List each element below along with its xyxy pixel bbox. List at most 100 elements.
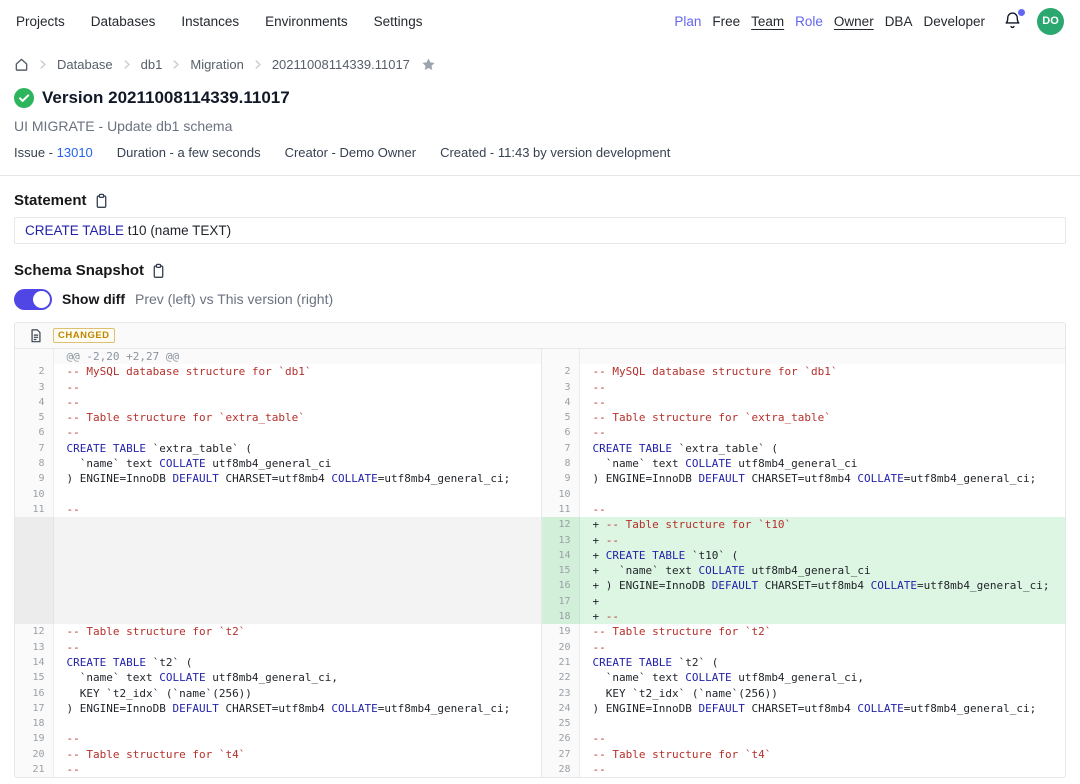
line-number: 27	[541, 747, 579, 762]
switcher-developer[interactable]: Developer	[923, 14, 985, 29]
switcher-owner[interactable]: Owner	[834, 14, 874, 29]
code-line: + --	[579, 609, 1065, 624]
code-line: -- Table structure for `extra_table`	[53, 410, 541, 425]
code-line: +	[579, 594, 1065, 609]
diff-row: 16 KEY `t2_idx` (`name`(256))23 KEY `t2_…	[15, 686, 1065, 701]
line-number: 13	[15, 640, 53, 655]
diff-header: CHANGED	[15, 323, 1065, 349]
meta-item: Duration - a few seconds	[117, 145, 261, 160]
breadcrumb-item-database[interactable]: Database	[57, 57, 113, 72]
chevron-right-icon	[122, 59, 132, 70]
line-number: 10	[15, 487, 53, 502]
breadcrumb-item-db1[interactable]: db1	[141, 57, 163, 72]
meta-item: Creator - Demo Owner	[285, 145, 416, 160]
switcher-team[interactable]: Team	[751, 14, 784, 29]
copy-statement-icon[interactable]	[94, 193, 109, 209]
issue-link[interactable]: 13010	[57, 145, 93, 160]
code-line: + -- Table structure for `t10`	[579, 517, 1065, 532]
code-line: --	[53, 640, 541, 655]
hunk-header: @@ -2,20 +2,27 @@	[53, 349, 541, 364]
code-line	[53, 578, 541, 593]
code-line: --	[53, 762, 541, 777]
line-number: 10	[541, 487, 579, 502]
page-title: Version 20211008114339.11017	[42, 88, 290, 108]
code-line	[53, 548, 541, 563]
diff-row: 20-- Table structure for `t4`27-- Table …	[15, 747, 1065, 762]
diff-row-added: 15+ `name` text COLLATE utf8mb4_general_…	[15, 563, 1065, 578]
code-line	[579, 487, 1065, 502]
show-diff-toggle[interactable]	[14, 289, 52, 310]
line-number: 23	[541, 686, 579, 701]
breadcrumb-item-migration[interactable]: Migration	[190, 57, 243, 72]
code-line: -- Table structure for `t4`	[53, 747, 541, 762]
line-number: 16	[15, 686, 53, 701]
toggle-hint: Prev (left) vs This version (right)	[135, 291, 333, 307]
line-number	[15, 533, 53, 548]
notification-bell[interactable]	[1003, 11, 1023, 31]
notification-dot	[1018, 9, 1025, 16]
code-line: -- Table structure for `extra_table`	[579, 410, 1065, 425]
line-number: 17	[15, 701, 53, 716]
code-line: --	[579, 762, 1065, 777]
line-number: 6	[15, 425, 53, 440]
code-line: -- Table structure for `t4`	[579, 747, 1065, 762]
star-icon[interactable]	[421, 57, 436, 72]
code-line: --	[579, 380, 1065, 395]
code-line: ) ENGINE=InnoDB DEFAULT CHARSET=utf8mb4 …	[53, 471, 541, 486]
line-number: 5	[541, 410, 579, 425]
code-line: CREATE TABLE `extra_table` (	[579, 441, 1065, 456]
switcher-dba[interactable]: DBA	[885, 14, 913, 29]
nav-item-settings[interactable]: Settings	[374, 14, 423, 29]
line-number: 3	[15, 380, 53, 395]
line-number: 16	[541, 578, 579, 593]
copy-snapshot-icon[interactable]	[151, 263, 166, 279]
code-line: KEY `t2_idx` (`name`(256))	[579, 686, 1065, 701]
line-number: 7	[15, 441, 53, 456]
code-line: -- MySQL database structure for `db1`	[53, 364, 541, 379]
line-number: 24	[541, 701, 579, 716]
toggle-label: Show diff	[62, 291, 125, 307]
success-check-icon	[14, 88, 34, 108]
line-number: 19	[541, 624, 579, 639]
nav-item-environments[interactable]: Environments	[265, 14, 348, 29]
line-number: 26	[541, 731, 579, 746]
home-icon[interactable]	[14, 57, 29, 72]
breadcrumb-item-20211008114339.11017[interactable]: 20211008114339.11017	[272, 57, 410, 72]
nav-item-projects[interactable]: Projects	[16, 14, 65, 29]
code-line: ) ENGINE=InnoDB DEFAULT CHARSET=utf8mb4 …	[579, 701, 1065, 716]
line-number: 20	[15, 747, 53, 762]
line-number: 2	[541, 364, 579, 379]
line-number: 19	[15, 731, 53, 746]
line-number: 11	[15, 502, 53, 517]
line-number	[15, 578, 53, 593]
line-number	[15, 517, 53, 532]
code-line	[579, 716, 1065, 731]
diff-row: 11--11--	[15, 502, 1065, 517]
code-line: --	[53, 502, 541, 517]
code-line	[579, 349, 1065, 364]
line-number: 18	[541, 609, 579, 624]
code-line	[53, 533, 541, 548]
code-line: --	[579, 395, 1065, 410]
diff-table: @@ -2,20 +2,27 @@2-- MySQL database stru…	[15, 349, 1065, 777]
code-line: `name` text COLLATE utf8mb4_general_ci,	[53, 670, 541, 685]
code-line: --	[53, 395, 541, 410]
nav-item-instances[interactable]: Instances	[181, 14, 239, 29]
statement-heading: Statement	[14, 192, 87, 209]
breadcrumb: Database db1 Migration 20211008114339.11017	[14, 52, 1066, 76]
schema-snapshot-section: Schema Snapshot Show diff Prev (left) vs…	[14, 262, 1066, 778]
nav-item-databases[interactable]: Databases	[91, 14, 156, 29]
switcher-free[interactable]: Free	[712, 14, 740, 29]
code-line: `name` text COLLATE utf8mb4_general_ci	[579, 456, 1065, 471]
line-number: 21	[15, 762, 53, 777]
avatar[interactable]: DO	[1037, 8, 1064, 35]
code-line: ) ENGINE=InnoDB DEFAULT CHARSET=utf8mb4 …	[579, 471, 1065, 486]
diff-row: 19--26--	[15, 731, 1065, 746]
line-number: 14	[541, 548, 579, 563]
diff-row-added: 17+	[15, 594, 1065, 609]
line-number: 15	[15, 670, 53, 685]
switcher-role: Role	[795, 14, 823, 29]
meta-item: Issue - 13010	[14, 145, 93, 160]
diff-row: 14CREATE TABLE `t2` (21CREATE TABLE `t2`…	[15, 655, 1065, 670]
code-line: `name` text COLLATE utf8mb4_general_ci	[53, 456, 541, 471]
